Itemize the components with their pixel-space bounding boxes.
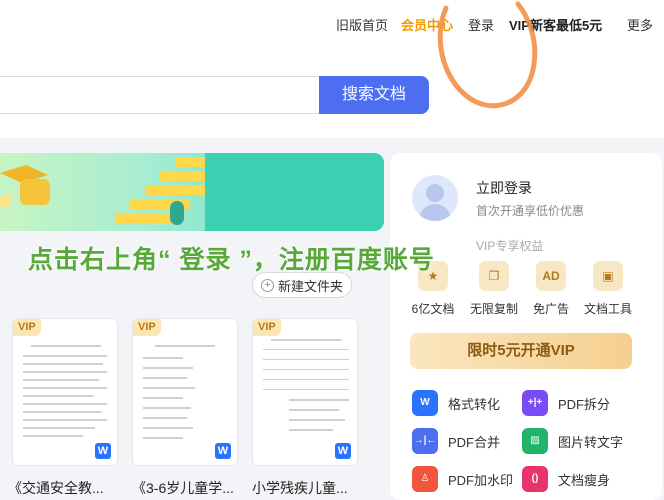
feature-label: 免广告 [532, 302, 569, 316]
login-link[interactable]: 立即登录 [476, 178, 532, 198]
doc-title-1[interactable]: 《交通安全教... [8, 478, 104, 498]
tool-image-to-text[interactable]: ▨ 图片转文字 [522, 428, 623, 454]
nav-more[interactable]: 更多 [627, 15, 653, 34]
vip-tag: VIP [133, 319, 161, 336]
word-doc-icon: W [335, 443, 351, 459]
top-nav: 旧版首页 会员中心 登录 VIP新客最低5元 更多 [0, 0, 664, 48]
doc-line [23, 435, 83, 437]
doc-slim-icon: () [522, 466, 548, 492]
search-area: 搜索文档 [0, 48, 664, 138]
avatar-body [419, 204, 451, 221]
doc-line [263, 359, 349, 360]
tool-label: 图片转文字 [558, 434, 624, 450]
tool-pdf-watermark[interactable]: ♙ PDF加水印 [412, 466, 513, 492]
doc-line [23, 387, 107, 389]
tool-label: PDF拆分 [558, 396, 611, 412]
doc-line [143, 387, 195, 389]
doc-line [23, 379, 99, 381]
search-button[interactable]: 搜索文档 [319, 76, 429, 114]
doc-title-2[interactable]: 《3-6岁儿童学... [132, 478, 234, 498]
doc-line [143, 407, 191, 409]
doc-line [143, 437, 183, 439]
feature-copy[interactable]: ❐ 无限复制 [462, 261, 526, 317]
user-panel: 立即登录 首次开通享低价优惠 VIP专享权益 ★ 6亿文档 ❐ 无限复制 AD … [390, 153, 662, 500]
word-doc-icon: W [95, 443, 111, 459]
promo-banner[interactable] [0, 153, 384, 231]
open-vip-button[interactable]: 限时5元开通VIP [410, 333, 632, 369]
feature-label: 无限复制 [469, 302, 518, 316]
doc-card-3[interactable]: VIP W [252, 318, 358, 466]
tool-format-convert[interactable]: W 格式转化 [412, 390, 500, 416]
doc-card-1[interactable]: VIP W [12, 318, 118, 466]
tool-pdf-split[interactable]: +|+ PDF拆分 [522, 390, 610, 416]
doc-card-2[interactable]: VIP W [132, 318, 238, 466]
doc-line [143, 377, 187, 379]
doc-line [143, 357, 183, 359]
tool-label: 文档瘦身 [558, 472, 611, 488]
copy-icon: ❐ [479, 261, 509, 291]
tool-pdf-merge[interactable]: →|← PDF合并 [412, 428, 500, 454]
doc-line [23, 427, 95, 429]
doc-title-3[interactable]: 小学残疾儿童... [252, 478, 348, 498]
doc-line [23, 411, 101, 413]
vip-tag: VIP [13, 319, 41, 336]
doc-line [143, 417, 187, 419]
toolbox-icon: ▣ [593, 261, 623, 291]
tool-label: PDF合并 [448, 434, 501, 450]
nav-vip-promo[interactable]: VIP新客最低5元 [509, 15, 602, 34]
instruction-caption: 点击右上角“ 登录 ”，注册百度账号 [28, 246, 435, 274]
word-doc-icon: W [215, 443, 231, 459]
nav-old-home[interactable]: 旧版首页 [336, 15, 388, 34]
doc-line [289, 409, 339, 411]
avatar-head [426, 184, 444, 202]
doc-line [23, 403, 107, 405]
feature-tools[interactable]: ▣ 文档工具 [576, 261, 640, 317]
doc-line [289, 399, 349, 401]
image-to-text-icon: ▨ [522, 428, 548, 454]
avatar[interactable] [412, 175, 458, 221]
pdf-merge-icon: →|← [412, 428, 438, 454]
login-subtitle: 首次开通享低价优惠 [476, 204, 585, 218]
doc-line [271, 339, 341, 341]
doc-line [23, 371, 107, 373]
doc-line [31, 345, 101, 347]
doc-line [143, 367, 193, 369]
doc-line [263, 349, 349, 350]
doc-line [289, 429, 333, 431]
doc-line [23, 355, 107, 357]
doc-line [143, 397, 183, 399]
doc-line [263, 389, 349, 390]
tool-doc-slim[interactable]: () 文档瘦身 [522, 466, 610, 492]
vip-benefit-label: VIP专享权益 [476, 239, 544, 253]
nav-vip-center[interactable]: 会员中心 [401, 15, 453, 34]
doc-line [155, 345, 215, 347]
pdf-split-icon: +|+ [522, 390, 548, 416]
nav-login[interactable]: 登录 [468, 15, 494, 34]
doc-line [263, 369, 349, 370]
feature-label: 6亿文档 [411, 302, 455, 316]
ad-icon: AD [536, 261, 566, 291]
doc-line [289, 419, 345, 421]
page: 旧版首页 会员中心 登录 VIP新客最低5元 更多 搜索文档 + 新建文件夹 V… [0, 0, 664, 500]
vip-tag: VIP [253, 319, 281, 336]
feature-label: 文档工具 [583, 302, 632, 316]
tool-label: PDF加水印 [448, 472, 514, 488]
new-folder-label: 新建文件夹 [277, 278, 343, 294]
banner-illustration [0, 153, 384, 231]
feature-no-ads[interactable]: AD 免广告 [519, 261, 583, 317]
search-input[interactable] [0, 76, 320, 114]
doc-line [23, 419, 107, 421]
doc-line [143, 427, 193, 429]
doc-line [23, 395, 93, 397]
tool-label: 格式转化 [448, 396, 501, 412]
word-convert-icon: W [412, 390, 438, 416]
doc-line [23, 363, 103, 365]
pdf-watermark-icon: ♙ [412, 466, 438, 492]
plus-icon: + [260, 278, 274, 292]
doc-line [263, 379, 349, 380]
